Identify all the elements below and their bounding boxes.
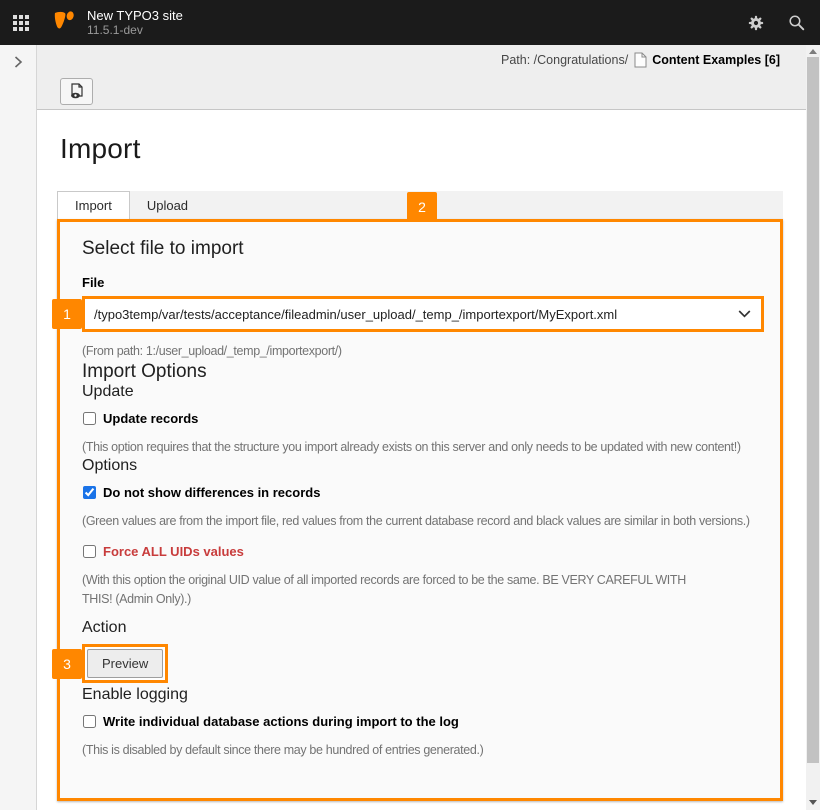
breadcrumb-path: Path: /Congratulations/ <box>501 53 628 67</box>
view-page-icon <box>69 83 85 100</box>
update-hint: (This option requires that the structure… <box>82 438 758 457</box>
no-diff-checkbox[interactable] <box>83 486 96 499</box>
write-log-checkbox[interactable] <box>83 715 96 728</box>
update-records-label[interactable]: Update records <box>103 411 198 426</box>
options-heading: Options <box>82 457 758 475</box>
annotation-badge-2: 2 <box>407 192 437 222</box>
gear-icon <box>748 15 764 31</box>
typo3-logo-icon <box>52 11 76 35</box>
force-uid-checkbox[interactable] <box>83 545 96 558</box>
tab-import[interactable]: Import <box>57 191 130 219</box>
file-select[interactable]: /typo3temp/var/tests/acceptance/fileadmi… <box>82 296 764 332</box>
force-uid-hint: (With this option the original UID value… <box>82 571 714 609</box>
update-records-checkbox[interactable] <box>83 412 96 425</box>
site-version: 11.5.1-dev <box>87 23 183 37</box>
import-tab-panel: 2 Select file to import File 1 /typo3tem… <box>57 219 783 801</box>
action-heading: Action <box>82 619 758 637</box>
from-path-hint: (From path: 1:/user_upload/_temp_/import… <box>82 342 758 361</box>
enable-logging-heading: Enable logging <box>82 686 758 704</box>
module-main: Path: /Congratulations/ Content Examples… <box>37 45 806 810</box>
breadcrumb: Path: /Congratulations/ Content Examples… <box>501 52 780 68</box>
chevron-right-icon <box>14 55 23 69</box>
write-log-label[interactable]: Write individual database actions during… <box>103 714 459 729</box>
grid-menu-icon <box>13 15 29 31</box>
search-button[interactable] <box>776 0 816 45</box>
search-icon <box>788 14 805 31</box>
rail-expand-button[interactable] <box>0 45 36 79</box>
typo3-brand[interactable]: New TYPO3 site 11.5.1-dev <box>52 9 183 37</box>
site-title: New TYPO3 site <box>87 9 183 23</box>
module-body: Import Import Upload 2 Select file to im… <box>37 110 806 801</box>
update-heading: Update <box>82 383 758 401</box>
vertical-scrollbar[interactable] <box>806 45 820 810</box>
diff-hint: (Green values are from the import file, … <box>82 512 758 531</box>
breadcrumb-page-title: Content Examples [6] <box>652 53 780 67</box>
import-options-heading: Import Options <box>82 361 758 383</box>
scroll-down-arrow[interactable] <box>806 796 820 809</box>
tab-upload[interactable]: Upload <box>130 191 205 219</box>
view-webpage-button[interactable] <box>60 78 93 105</box>
annotation-badge-1: 1 <box>52 299 82 329</box>
page-doc-icon <box>634 52 647 68</box>
logging-hint: (This is disabled by default since there… <box>82 741 758 760</box>
page-title: Import <box>60 133 806 165</box>
topbar: New TYPO3 site 11.5.1-dev <box>0 0 820 45</box>
preview-button[interactable]: Preview <box>87 649 163 678</box>
settings-button[interactable] <box>736 0 776 45</box>
preview-button-highlight: 3 Preview <box>82 644 168 683</box>
force-uid-label[interactable]: Force ALL UIDs values <box>103 544 244 559</box>
file-label: File <box>82 275 758 290</box>
annotation-badge-3: 3 <box>52 649 82 679</box>
docheader: Path: /Congratulations/ Content Examples… <box>37 45 806 110</box>
module-menu-toggle-button[interactable] <box>0 0 42 45</box>
no-diff-label[interactable]: Do not show differences in records <box>103 485 320 500</box>
module-menu-rail <box>0 45 37 810</box>
select-file-heading: Select file to import <box>82 238 758 260</box>
scrollbar-thumb[interactable] <box>807 57 819 763</box>
